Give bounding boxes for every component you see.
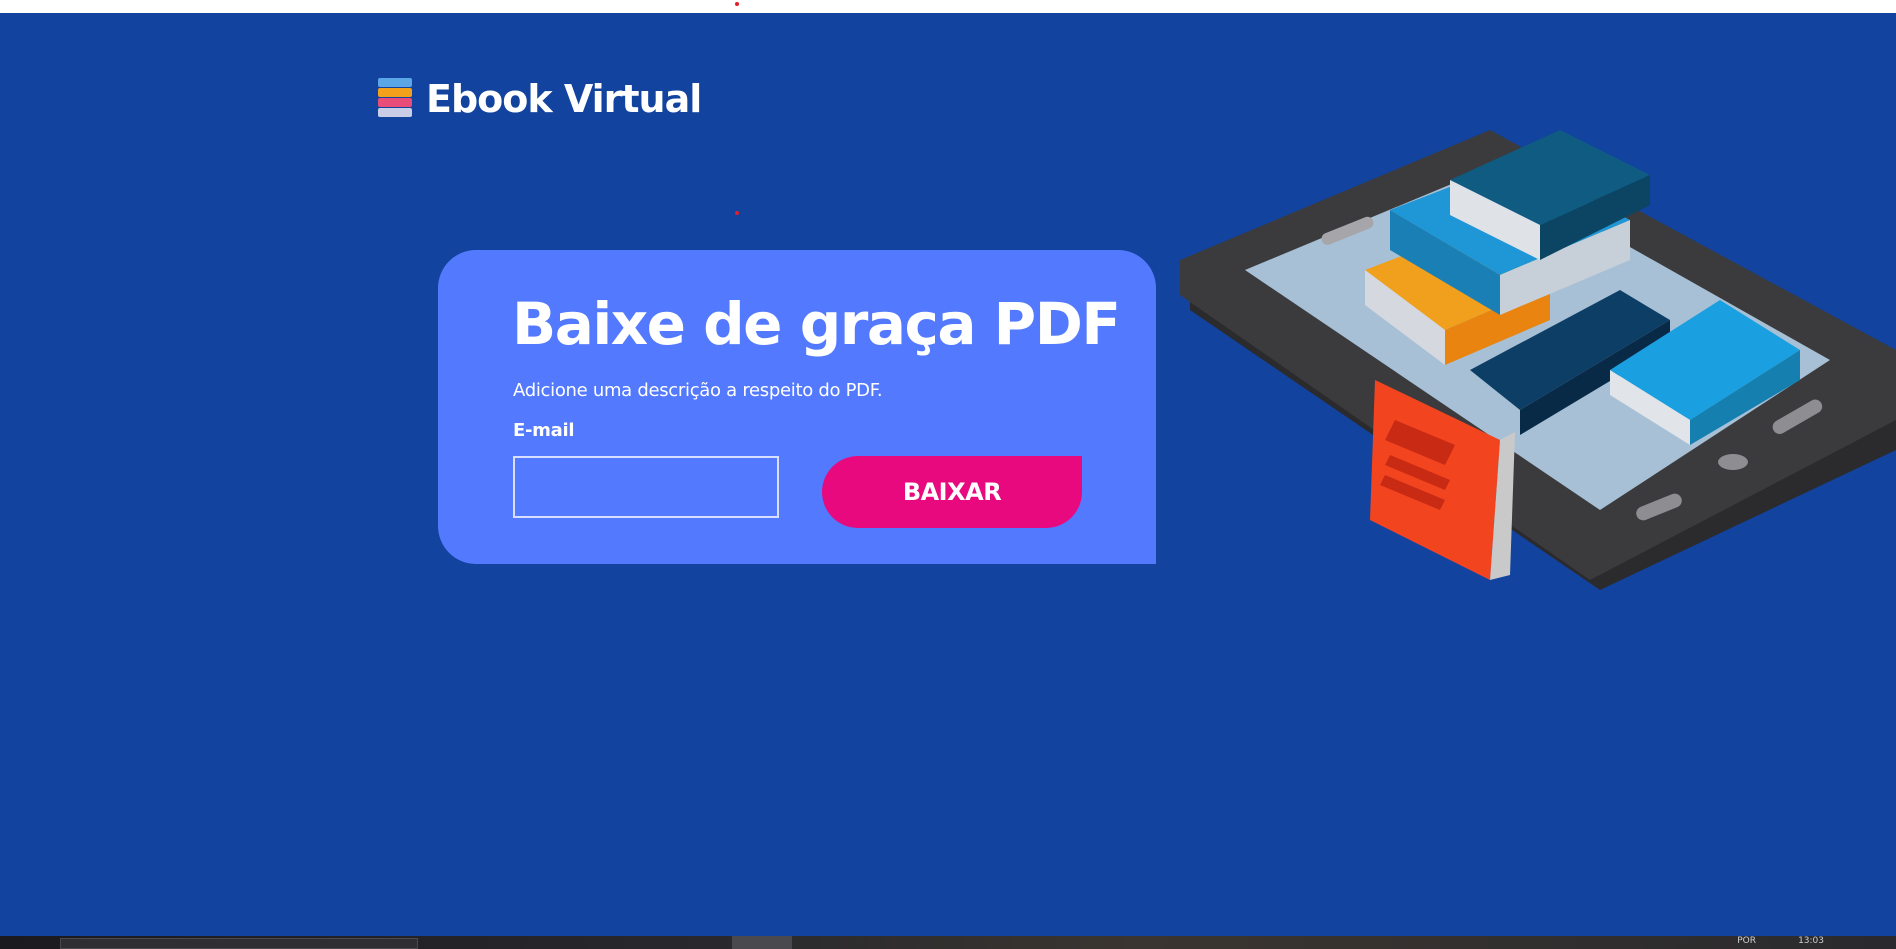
language-indicator[interactable]: POR <box>1737 936 1756 946</box>
download-form-card: Baixe de graça PDF Adicione uma descriçã… <box>438 250 1156 564</box>
taskbar-search-box[interactable] <box>60 938 418 949</box>
tablet-with-books-illustration <box>1180 130 1896 590</box>
email-field[interactable] <box>513 456 779 518</box>
windows-taskbar: POR 13:03 <box>0 936 1896 949</box>
page-title: Baixe de graça PDF <box>512 290 1121 358</box>
site-logo[interactable]: Ebook Virtual <box>376 76 702 122</box>
pdf-description: Adicione uma descrição a respeito do PDF… <box>513 380 883 401</box>
brand-name: Ebook Virtual <box>426 77 702 121</box>
email-label: E-mail <box>513 420 575 441</box>
taskbar-clock[interactable]: 13:03 <box>1798 936 1824 946</box>
taskbar-active-app[interactable] <box>732 936 792 949</box>
red-dot-marker <box>735 211 739 215</box>
red-dot-marker <box>735 2 739 6</box>
books-stack-icon <box>376 76 414 122</box>
download-button[interactable]: BAIXAR <box>822 456 1082 528</box>
browser-top-bar <box>0 0 1896 13</box>
